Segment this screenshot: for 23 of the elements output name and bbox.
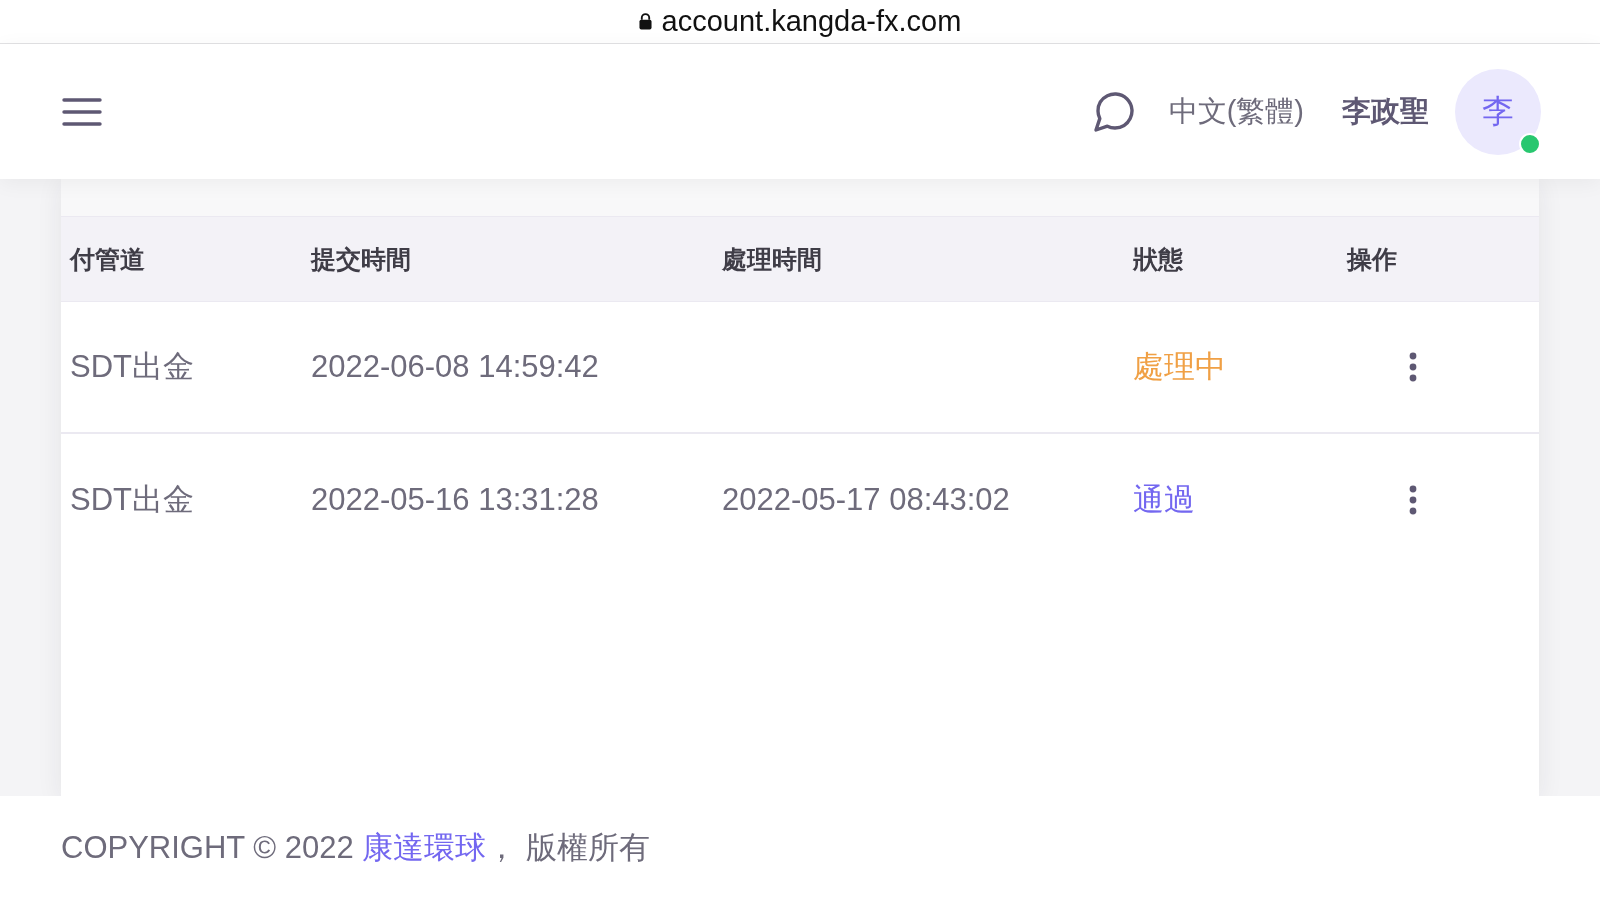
table-cell: 2022-05-16 13:31:28 [311,482,599,518]
user-avatar[interactable]: 李 [1455,68,1541,155]
table-cell: 2022-06-08 14:59:42 [311,349,599,385]
lock-icon [638,13,652,30]
chat-icon[interactable] [1093,91,1135,132]
language-selector[interactable]: 中文(繁體) [1168,91,1304,132]
menu-icon[interactable] [62,97,102,126]
column-header: 處理時間 [722,243,823,275]
table-cell: 2022-05-17 08:43:02 [722,482,1010,518]
vertical-dots-icon[interactable] [1409,352,1417,382]
column-header: 提交時間 [311,243,412,275]
column-header: 操作 [1347,243,1398,275]
vertical-dots-icon[interactable] [1409,485,1417,515]
company-link[interactable]: 康達環球 [362,829,487,865]
column-header: 付管道 [68,243,146,275]
copyright-text: COPYRIGHT © 2022 康達環球， 版權所有 [61,828,650,867]
url-text[interactable]: account.kangda-fx.com [661,5,962,38]
table-cell-text: SDT出金 [70,481,194,519]
status-text: 通過 [1133,481,1195,519]
column-header: 狀態 [1133,243,1184,275]
table-cell-text: SDT出金 [70,348,194,386]
status-text: 處理中 [1133,348,1226,386]
user-name[interactable]: 李政聖 [1342,91,1429,132]
